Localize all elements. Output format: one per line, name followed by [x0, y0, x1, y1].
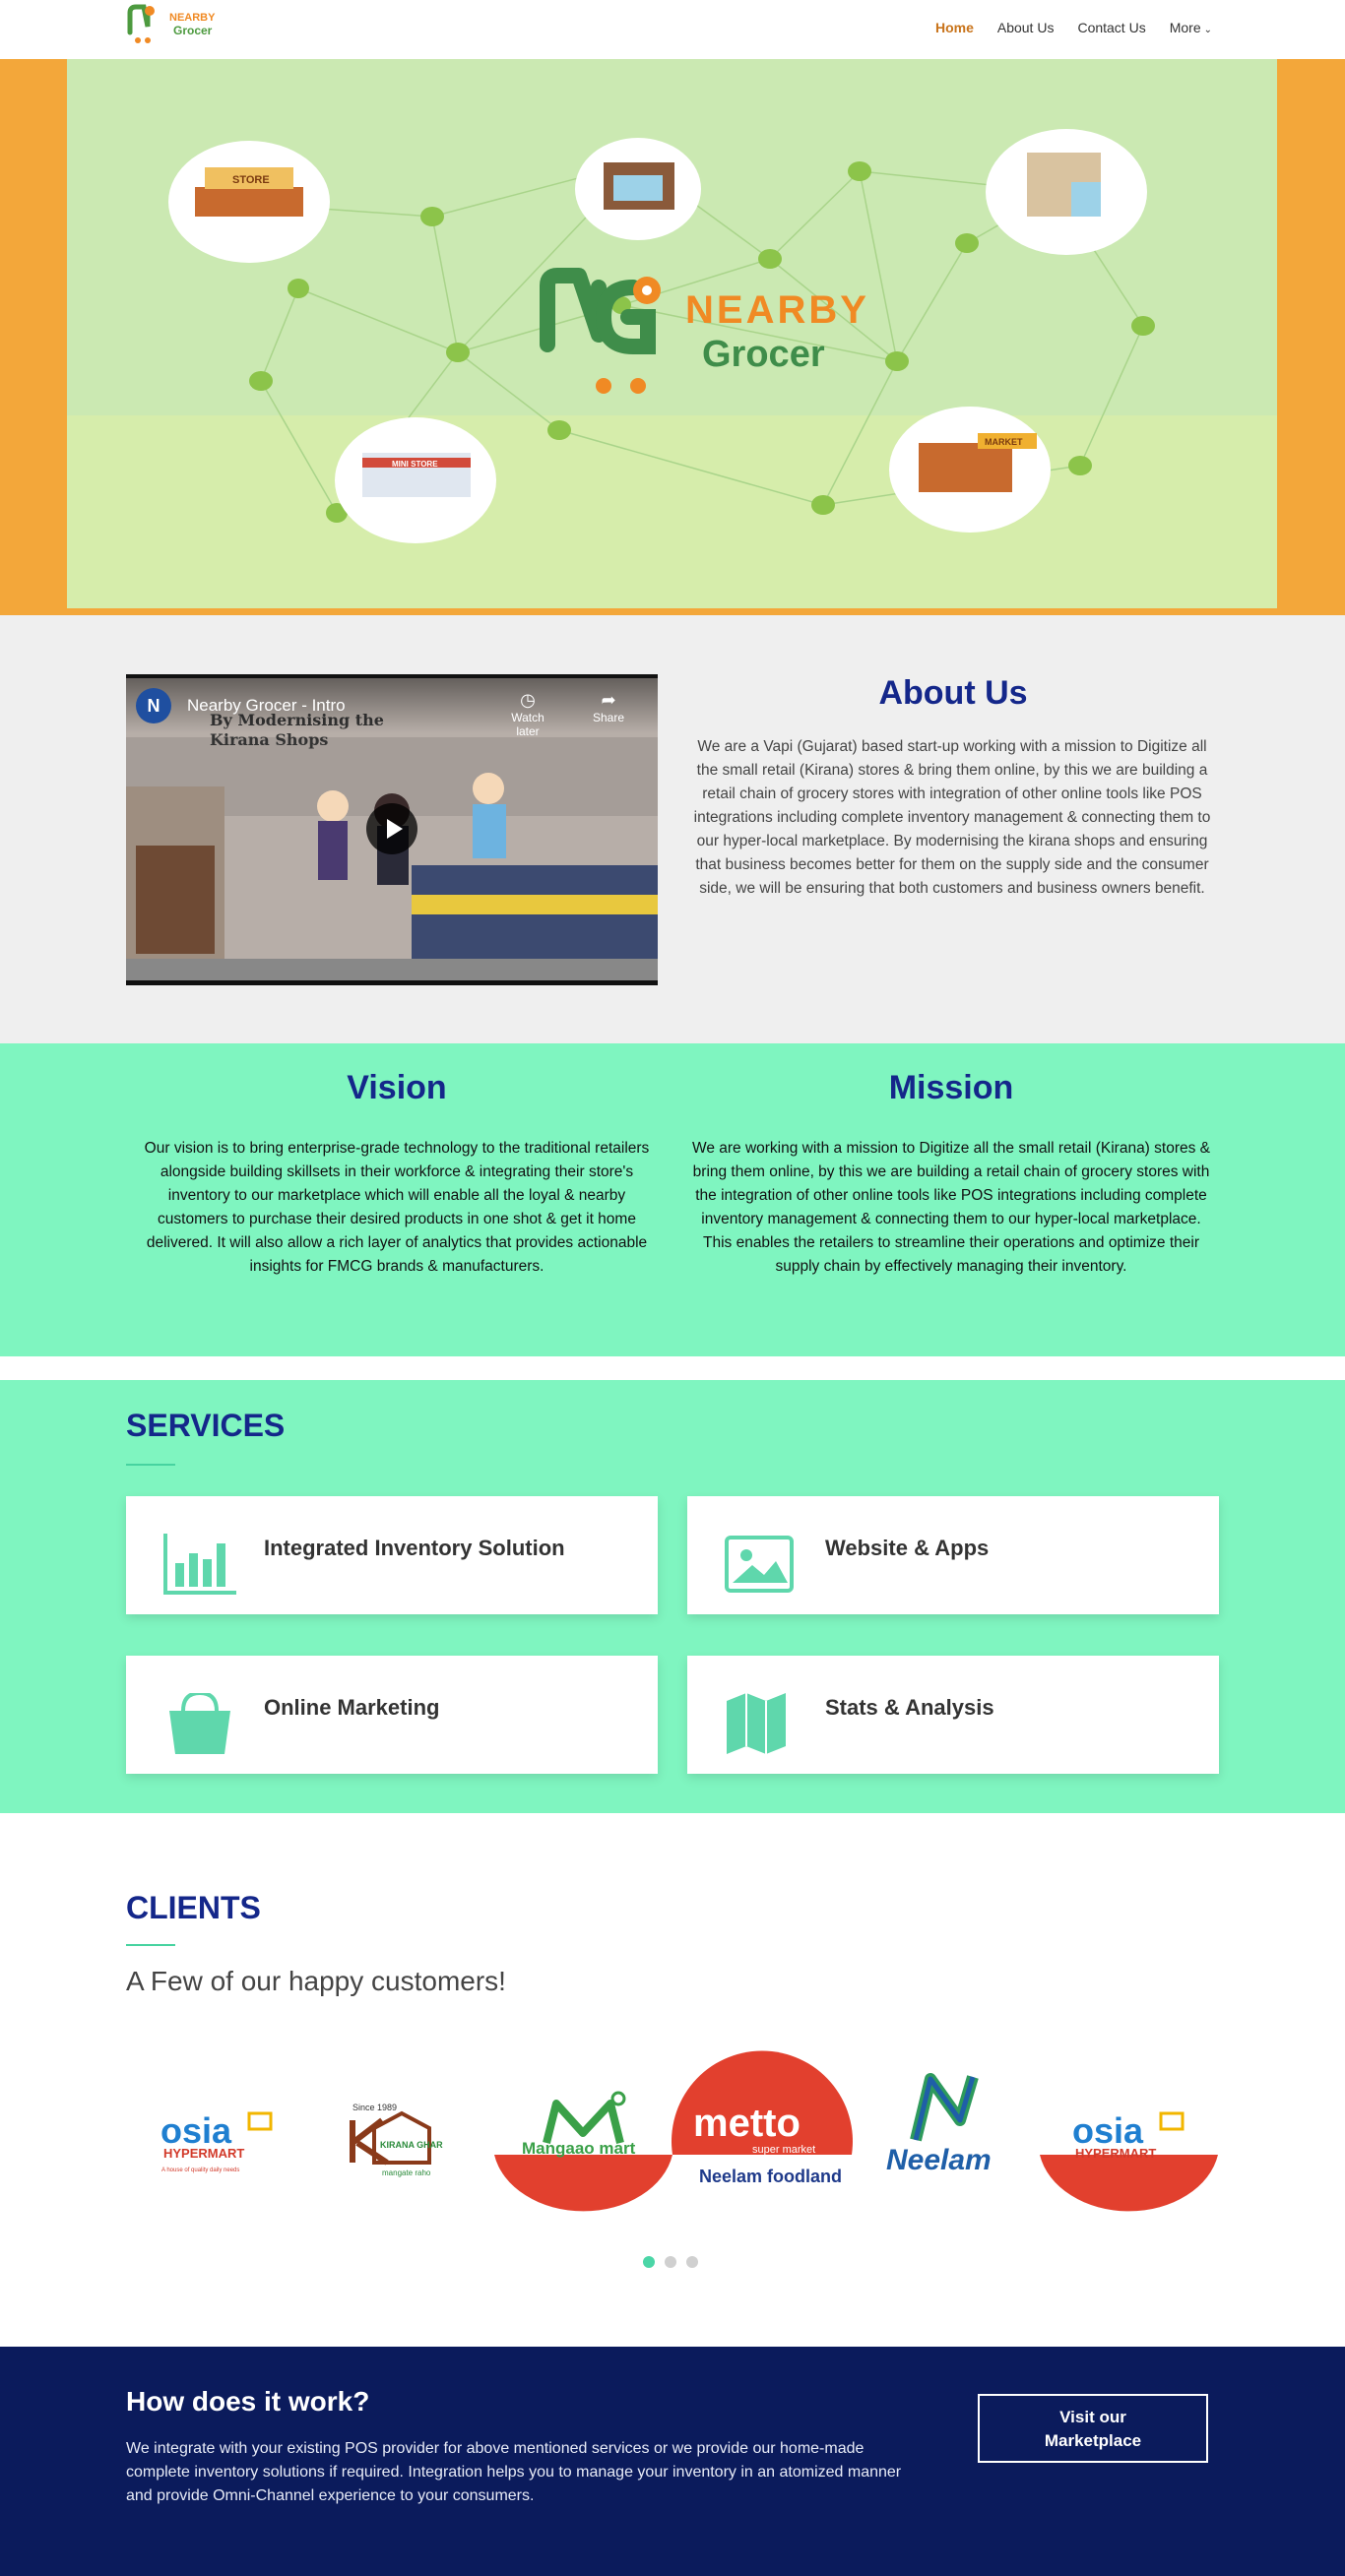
nav-about-us[interactable]: About Us [997, 20, 1055, 35]
svg-text:KIRANA GHAR: KIRANA GHAR [380, 2140, 443, 2150]
store-sign-3: MARKET [985, 437, 1023, 447]
carousel-dot-3[interactable] [686, 2256, 698, 2268]
chevron-down-icon: ⌄ [1203, 25, 1212, 35]
share-icon: ➦ [601, 690, 616, 710]
svg-text:super market: super market [752, 2144, 815, 2156]
about-title: About Us [878, 674, 1028, 712]
hero-illustration: STORE MINI STORE MARKET NEARBY Grocer [67, 59, 1277, 608]
image-icon [725, 1536, 794, 1593]
service-card-online-marketing[interactable]: Online Marketing [126, 1656, 658, 1774]
play-button[interactable] [366, 803, 417, 854]
svg-text:Since 1989: Since 1989 [352, 2103, 397, 2112]
service-card-inventory[interactable]: Integrated Inventory Solution [126, 1496, 658, 1614]
nav-more[interactable]: More ⌄ [1170, 20, 1212, 35]
clients-underline [126, 1944, 175, 1946]
service-label: Website & Apps [825, 1536, 990, 1560]
svg-text:metto: metto [693, 2102, 801, 2145]
how-it-works-text: We integrate with your existing POS prov… [126, 2440, 902, 2504]
svg-text:Neelam: Neelam [886, 2144, 992, 2176]
store-sign-1: STORE [232, 174, 270, 186]
intro-video-player[interactable]: By Modernising the Kirana Shops N Nearby… [126, 674, 658, 985]
map-icon [727, 1693, 786, 1754]
clients-title: CLIENTS [126, 1890, 261, 1925]
svg-text:Neelam foodland: Neelam foodland [699, 2167, 842, 2186]
store-network-graphic: STORE MINI STORE MARKET NEARBY Grocer [168, 129, 1155, 543]
site-logo[interactable]: NEARBY Grocer [126, 3, 224, 52]
vision-block: Vision Our vision is to bring enterprise… [133, 1069, 661, 1279]
watch-later-label: Watch later [511, 711, 544, 738]
nav-contact-us[interactable]: Contact Us [1077, 20, 1145, 35]
service-card-stats[interactable]: Stats & Analysis [687, 1656, 1219, 1774]
visit-marketplace-button[interactable]: Visit our Marketplace [978, 2394, 1208, 2463]
clients-section: CLIENTS A Few of our happy customers! os… [0, 1813, 1345, 2347]
about-text: We are a Vapi (Gujarat) based start-up w… [693, 738, 1211, 897]
channel-avatar[interactable]: N [136, 688, 171, 723]
svg-text:mangate raho: mangate raho [382, 2168, 431, 2177]
client-logo-neelam[interactable]: Neelam [857, 2059, 1039, 2207]
logo-text-bottom: Grocer [173, 24, 213, 37]
bar-chart-icon [163, 1534, 236, 1595]
svg-text:osia: osia [1072, 2110, 1144, 2151]
mission-text: We are working with a mission to Digitiz… [691, 1140, 1211, 1275]
service-card-website-apps[interactable]: Website & Apps [687, 1496, 1219, 1614]
client-logo-osia-2[interactable]: osia HYPERMART [1038, 2059, 1220, 2212]
nav-more-label: More [1169, 20, 1201, 35]
mission-block: Mission We are working with a mission to… [687, 1069, 1215, 1279]
svg-text:A house of quality daily needs: A house of quality daily needs [161, 2168, 239, 2173]
service-label: Integrated Inventory Solution [264, 1536, 565, 1560]
services-section: SERVICES Integrated Inventory Solution W… [0, 1380, 1345, 1813]
client-logo-mangaao-mart[interactable]: Mangaao mart [492, 2059, 674, 2212]
main-nav: Home About Us Contact Us More ⌄ [912, 20, 1212, 35]
button-line-2: Marketplace [1044, 2431, 1142, 2450]
clients-subtitle: A Few of our happy customers! [126, 1966, 506, 1996]
clock-icon: ◷ [520, 690, 536, 710]
logo-text-top: NEARBY [169, 12, 216, 24]
mission-title: Mission [888, 1069, 1014, 1106]
svg-text:Mangaao mart: Mangaao mart [522, 2139, 636, 2158]
play-icon [387, 819, 403, 839]
how-it-works-section: How does it work? We integrate with your… [0, 2347, 1345, 2576]
nav-home[interactable]: Home [935, 20, 974, 35]
client-logo-kirana-ghar[interactable]: Since 1989 KIRANA GHAR mangate raho [313, 2059, 495, 2207]
share-button[interactable]: ➦ Share [589, 690, 628, 724]
services-title: SERVICES [126, 1408, 286, 1443]
carousel-dot-1[interactable] [643, 2256, 655, 2268]
shopping-bag-icon [169, 1693, 230, 1754]
vision-title: Vision [347, 1069, 447, 1106]
store-sign-2: MINI STORE [392, 460, 438, 469]
hero-logo-bottom: Grocer [702, 334, 825, 375]
carousel-dot-2[interactable] [665, 2256, 676, 2268]
button-line-1: Visit our [1059, 2408, 1126, 2426]
svg-text:HYPERMART: HYPERMART [163, 2146, 244, 2161]
share-label: Share [592, 711, 625, 724]
service-label: Online Marketing [264, 1695, 440, 1720]
video-title[interactable]: Nearby Grocer - Intro [187, 696, 346, 716]
vision-text: Our vision is to bring enterprise-grade … [144, 1140, 650, 1275]
site-header: NEARBY Grocer Home About Us Contact Us M… [0, 0, 1345, 59]
svg-text:HYPERMART: HYPERMART [1075, 2146, 1156, 2161]
client-logo-metto[interactable]: metto super market Neelam foodland [672, 2044, 854, 2192]
services-underline [126, 1464, 175, 1466]
vision-mission-section: Vision Our vision is to bring enterprise… [0, 1043, 1345, 1356]
client-logo-osia[interactable]: osia HYPERMART A house of quality daily … [126, 2059, 308, 2207]
carousel-pagination [643, 2256, 698, 2268]
svg-text:osia: osia [160, 2110, 232, 2151]
hero-banner: STORE MINI STORE MARKET NEARBY Grocer [0, 59, 1345, 615]
about-section: By Modernising the Kirana Shops N Nearby… [0, 615, 1345, 1043]
how-it-works-title: How does it work? [126, 2386, 370, 2417]
service-label: Stats & Analysis [825, 1695, 994, 1720]
hero-logo-top: NEARBY [685, 288, 869, 332]
watch-later-button[interactable]: ◷ Watch later [498, 690, 557, 738]
